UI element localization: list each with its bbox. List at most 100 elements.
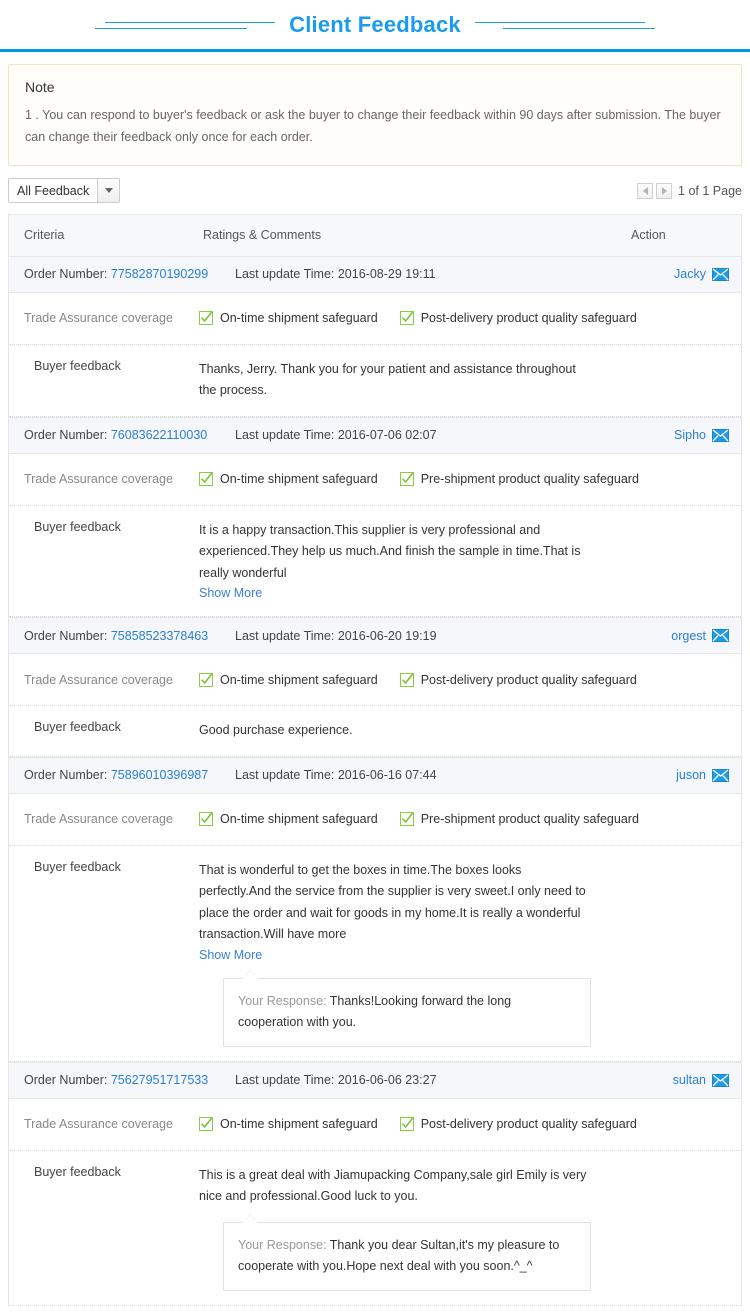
coverage-label: Post-delivery product quality safeguard — [420, 1117, 637, 1132]
show-more-link[interactable]: Show More — [199, 948, 262, 962]
buyer-feedback-text: Good purchase experience. — [199, 723, 353, 738]
last-update-value: 2016-08-29 19:11 — [337, 267, 436, 282]
last-update-label: Last update Time: — [235, 428, 338, 443]
buyer-feedback-row: Buyer feedback Good purchase experience. — [9, 706, 741, 757]
response-label: Your Response: — [238, 1237, 330, 1252]
order-summary-row: Order Number: 76083622110030 Last update … — [9, 417, 741, 454]
last-update-time: Last update Time: 2016-07-06 02:07 — [199, 428, 621, 442]
coverage-item: On-time shipment safeguard — [199, 812, 378, 827]
buyer-feedback-label: Buyer feedback — [34, 519, 121, 534]
order-number-value[interactable]: 76083622110030 — [111, 428, 207, 442]
contact-buyer-action[interactable]: sultan — [621, 1073, 741, 1087]
buyer-feedback-row: Buyer feedback This is a great deal with … — [9, 1151, 741, 1306]
buyer-feedback-label: Buyer feedback — [34, 358, 121, 373]
last-update-time: Last update Time: 2016-08-29 19:11 — [199, 267, 621, 281]
feedback-block: Order Number: 77582870190299 Last update … — [9, 256, 741, 418]
order-number: Order Number: 75896010396987 — [9, 768, 208, 782]
order-number-label: Order Number: — [24, 628, 111, 643]
coverage-label: On-time shipment safeguard — [220, 1117, 378, 1132]
envelope-icon[interactable] — [712, 768, 729, 782]
prev-page-button[interactable] — [637, 182, 654, 199]
order-summary-row: Order Number: 75627951717533 Last update … — [9, 1062, 741, 1099]
page-header: Client Feedback — [0, 0, 750, 52]
envelope-icon[interactable] — [712, 1073, 729, 1087]
feedback-filter-select[interactable]: All Feedback — [8, 178, 121, 204]
feedback-filter-value: All Feedback — [9, 179, 98, 203]
coverage-label: Pre-shipment product quality safeguard — [420, 472, 639, 487]
coverage-item: Post-delivery product quality safeguard — [399, 1117, 637, 1132]
next-page-button[interactable] — [656, 182, 673, 199]
coverage-item: Pre-shipment product quality safeguard — [399, 812, 639, 827]
column-header-ratings: Ratings & Comments — [203, 228, 322, 243]
last-update-value: 2016-06-20 19:19 — [337, 628, 437, 643]
order-number: Order Number: 75858523378463 — [9, 628, 208, 643]
coverage-item: On-time shipment safeguard — [199, 1117, 378, 1132]
coverage-list: On-time shipment safeguard Post-delivery … — [199, 672, 741, 687]
buyer-feedback-text: That is wonderful to get the boxes in ti… — [199, 862, 586, 942]
coverage-label: Pre-shipment product quality safeguard — [420, 812, 639, 827]
order-summary-row: Order Number: 75896010396987 Last update … — [9, 757, 741, 794]
page-indicator: 1 of 1 Page — [678, 183, 742, 198]
envelope-icon[interactable] — [712, 428, 729, 442]
trade-assurance-row: Trade Assurance coverage On-time shipment… — [9, 794, 741, 846]
order-number-label: Order Number: — [24, 267, 111, 282]
envelope-icon[interactable] — [712, 267, 729, 281]
trade-assurance-label: Trade Assurance coverage — [24, 812, 173, 827]
coverage-label: On-time shipment safeguard — [220, 672, 378, 687]
buyer-name[interactable]: juson — [676, 768, 706, 782]
envelope-icon[interactable] — [712, 629, 729, 643]
buyer-name[interactable]: sultan — [673, 1073, 706, 1087]
feedback-block: Order Number: 76083622110030 Last update … — [9, 417, 741, 619]
buyer-feedback-body: Good purchase experience. — [199, 720, 741, 742]
trade-assurance-row: Trade Assurance coverage On-time shipment… — [9, 454, 741, 506]
trade-assurance-label: Trade Assurance coverage — [24, 1117, 173, 1132]
trade-assurance-row: Trade Assurance coverage On-time shipment… — [9, 654, 741, 707]
coverage-label: Post-delivery product quality safeguard — [420, 311, 637, 326]
feedback-block: Order Number: 75896010396987 Last update … — [9, 757, 741, 1063]
seller-response-bubble: Your Response: Thanks!Looking forward th… — [223, 969, 591, 1047]
buyer-feedback-body: That is wonderful to get the boxes in ti… — [199, 860, 741, 1047]
last-update-time: Last update Time: 2016-06-06 23:27 — [199, 1073, 621, 1087]
contact-buyer-action[interactable]: Jacky — [621, 267, 741, 281]
buyer-feedback-label: Buyer feedback — [34, 1164, 121, 1179]
last-update-value: 2016-06-06 23:27 — [337, 1073, 437, 1088]
coverage-list: On-time shipment safeguard Pre-shipment p… — [199, 812, 741, 827]
column-header-action: Action — [631, 228, 666, 243]
note-title: Note — [25, 79, 55, 95]
order-number-value[interactable]: 75627951717533 — [111, 1073, 208, 1087]
contact-buyer-action[interactable]: Sipho — [621, 428, 741, 442]
show-more-link[interactable]: Show More — [199, 586, 262, 600]
order-number: Order Number: 75627951717533 — [9, 1073, 208, 1087]
last-update-value: 2016-06-16 07:44 — [337, 768, 437, 783]
trade-assurance-label: Trade Assurance coverage — [24, 311, 173, 326]
trade-assurance-row: Trade Assurance coverage On-time shipment… — [9, 293, 741, 345]
green-check-box-icon — [399, 812, 414, 827]
order-number-value[interactable]: 75896010396987 — [111, 768, 208, 782]
buyer-name[interactable]: Sipho — [674, 428, 706, 442]
last-update-label: Last update Time: — [235, 768, 338, 783]
buyer-feedback-text: Thanks, Jerry. Thank you for your patien… — [199, 361, 576, 398]
coverage-list: On-time shipment safeguard Post-delivery … — [199, 311, 741, 326]
buyer-feedback-body: This is a great deal with Jiamupacking C… — [199, 1165, 741, 1291]
coverage-label: On-time shipment safeguard — [220, 472, 378, 487]
buyer-name[interactable]: Jacky — [674, 267, 706, 281]
buyer-name[interactable]: orgest — [671, 629, 706, 643]
order-number-value[interactable]: 75858523378463 — [111, 629, 208, 643]
chevron-down-icon[interactable] — [97, 179, 120, 203]
contact-buyer-action[interactable]: orgest — [621, 629, 741, 643]
title-decoration-right — [474, 15, 655, 35]
coverage-item: Post-delivery product quality safeguard — [399, 672, 637, 687]
feedback-block: Order Number: 75627951717533 Last update … — [9, 1062, 741, 1306]
order-number-value[interactable]: 77582870190299 — [111, 267, 208, 281]
buyer-feedback-body: It is a happy transaction.This supplier … — [199, 520, 741, 603]
buyer-feedback-text: This is a great deal with Jiamupacking C… — [199, 1167, 587, 1204]
contact-buyer-action[interactable]: juson — [621, 768, 741, 782]
coverage-item: On-time shipment safeguard — [199, 472, 378, 487]
green-check-box-icon — [399, 672, 414, 687]
coverage-list: On-time shipment safeguard Post-delivery … — [199, 1117, 741, 1132]
last-update-label: Last update Time: — [235, 1073, 338, 1088]
pagination: 1 of 1 Page — [637, 182, 742, 199]
last-update-value: 2016-07-06 02:07 — [337, 428, 437, 443]
buyer-feedback-row: Buyer feedback Thanks, Jerry. Thank you f… — [9, 345, 741, 417]
feedback-table: Criteria Ratings & Comments Action Order… — [8, 213, 742, 1306]
